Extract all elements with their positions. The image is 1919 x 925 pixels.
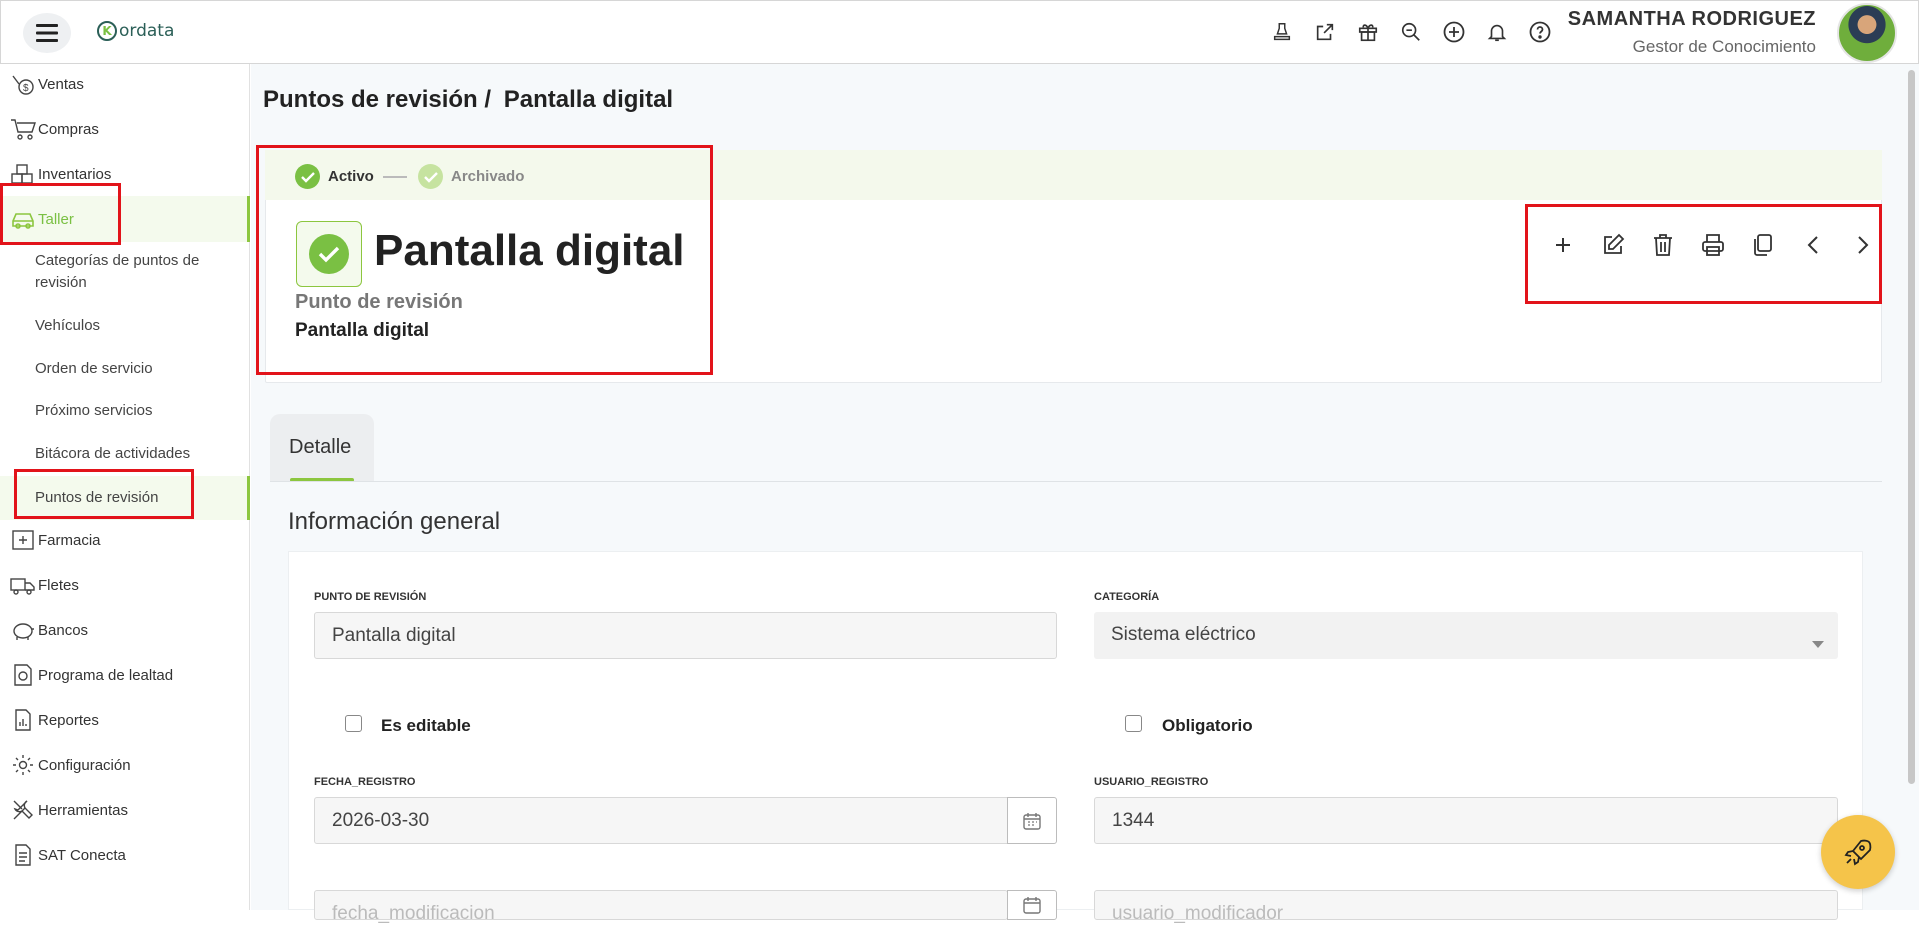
scrollbar[interactable] <box>1904 64 1919 910</box>
bell-icon[interactable] <box>1484 19 1510 45</box>
truck-icon <box>8 571 38 599</box>
highlight-box <box>1525 204 1882 304</box>
app-logo[interactable]: K ordata <box>97 21 174 41</box>
user-role: Gestor de Conocimiento <box>1632 37 1816 56</box>
categoria-value: Sistema eléctrico <box>1111 624 1256 645</box>
calendar-icon <box>1023 897 1041 914</box>
rocket-icon <box>1844 839 1872 866</box>
highlight-box <box>0 183 121 245</box>
sidebar-item-label: Fletes <box>38 576 79 594</box>
chevron-down-icon <box>1812 632 1824 654</box>
sidebar-item-farmacia[interactable]: Farmacia <box>0 520 250 560</box>
tab-label: Detalle <box>289 436 352 458</box>
sidebar-item-fletes[interactable]: Fletes <box>0 565 250 605</box>
sidebar-item-label: Inventarios <box>38 165 112 183</box>
breadcrumb-current: Pantalla digital <box>503 86 674 113</box>
menu-toggle-button[interactable] <box>23 13 71 53</box>
usuario-modificador-input[interactable]: usuario_modificador <box>1094 890 1838 924</box>
sidebar-subitem-vehiculos[interactable]: Vehículos <box>35 315 100 337</box>
general-info-form <box>288 551 1863 910</box>
sales-icon: $ <box>8 70 38 98</box>
sidebar-item-bancos[interactable]: Bancos <box>0 610 250 650</box>
sidebar-item-label: Ventas <box>38 75 84 93</box>
tab-detalle[interactable]: Detalle <box>270 414 374 482</box>
rocket-fab-button[interactable] <box>1821 815 1895 889</box>
highlight-box <box>256 145 713 375</box>
es-editable-label: Es editable <box>381 716 471 735</box>
highlight-box <box>14 469 194 519</box>
breadcrumb-parent[interactable]: Puntos de revisión / <box>263 86 491 113</box>
gear-icon <box>8 751 38 779</box>
usuario-registro-label: USUARIO_REGISTRO <box>1094 776 1209 788</box>
sidebar-item-herramientas[interactable]: Herramientas <box>0 790 250 830</box>
es-editable-checkbox[interactable] <box>345 715 362 732</box>
search-zoom-icon[interactable] <box>1398 19 1424 45</box>
sidebar-item-compras[interactable]: Compras <box>0 109 250 149</box>
tools-icon <box>8 796 38 824</box>
obligatorio-checkbox[interactable] <box>1125 715 1142 732</box>
calendar-button[interactable] <box>1007 797 1057 844</box>
sidebar-item-configuracion[interactable]: Configuración <box>0 745 250 785</box>
obligatorio-label: Obligatorio <box>1162 716 1253 735</box>
punto-revision-input[interactable]: Pantalla digital <box>314 612 1057 659</box>
calendar-icon <box>1023 812 1041 830</box>
loyalty-icon <box>8 661 38 689</box>
external-link-icon[interactable] <box>1312 19 1338 45</box>
pharmacy-icon <box>8 526 38 554</box>
breadcrumb: Puntos de revisión / Pantalla digital <box>263 86 673 114</box>
sidebar-item-ventas[interactable]: $ Ventas <box>0 64 250 104</box>
user-info[interactable]: SAMANTHA RODRIGUEZ Gestor de Conocimient… <box>1568 8 1816 57</box>
plus-circle-icon[interactable] <box>1441 19 1467 45</box>
fecha-registro-label: FECHA_REGISTRO <box>314 776 416 788</box>
usuario-registro-input[interactable]: 1344 <box>1094 797 1838 844</box>
avatar[interactable] <box>1837 3 1897 63</box>
categoria-select[interactable]: Sistema eléctrico <box>1094 612 1838 659</box>
sidebar-subitem-categorias[interactable]: Categorías de puntos de revisión <box>35 250 225 294</box>
punto-revision-label: PUNTO DE REVISIÓN <box>314 591 427 603</box>
tab-divider <box>270 481 1882 482</box>
user-name: SAMANTHA RODRIGUEZ <box>1567 8 1816 30</box>
top-bar: K ordata SAMANTHA RODRIGUEZ Gestor de Co… <box>0 0 1919 64</box>
svg-text:$: $ <box>23 83 29 94</box>
report-icon <box>8 706 38 734</box>
sidebar-item-label: Compras <box>38 120 99 138</box>
sidebar-subitem-bitacora[interactable]: Bitácora de actividades <box>35 443 190 465</box>
gift-icon[interactable] <box>1355 19 1381 45</box>
sidebar-item-label: Programa de lealtad <box>38 666 174 684</box>
section-title: Información general <box>288 508 501 535</box>
scrollbar-thumb[interactable] <box>1908 70 1915 784</box>
sidebar-item-sat-conecta[interactable]: SAT Conecta <box>0 835 250 875</box>
logo-mark-icon: K <box>97 21 117 41</box>
document-icon <box>8 841 38 869</box>
sidebar-item-lealtad[interactable]: Programa de lealtad <box>0 655 250 695</box>
piggy-bank-icon <box>8 616 38 644</box>
sidebar-item-label: Farmacia <box>38 531 101 549</box>
logo-text: ordata <box>119 21 175 41</box>
fecha-registro-input[interactable]: 2026-03-30 <box>314 797 1008 844</box>
hamburger-icon <box>36 24 58 42</box>
categoria-label: CATEGORÍA <box>1094 591 1160 603</box>
sidebar-item-reportes[interactable]: Reportes <box>0 700 250 740</box>
calendar-button[interactable] <box>1007 890 1057 920</box>
sidebar-item-label: SAT Conecta <box>38 846 126 864</box>
sidebar-subitem-proximo-servicios[interactable]: Próximo servicios <box>35 400 153 422</box>
fecha-modificacion-input[interactable]: fecha_modificacion <box>314 890 1008 924</box>
help-icon[interactable] <box>1527 19 1553 45</box>
sidebar-item-label: Bancos <box>38 621 89 639</box>
cart-icon <box>8 115 38 143</box>
sidebar-item-label: Reportes <box>38 711 99 729</box>
stamp-icon[interactable] <box>1269 19 1295 45</box>
sidebar-item-label: Configuración <box>38 756 131 774</box>
sidebar-item-label: Herramientas <box>38 801 129 819</box>
sidebar-subitem-orden-servicio[interactable]: Orden de servicio <box>35 358 153 380</box>
